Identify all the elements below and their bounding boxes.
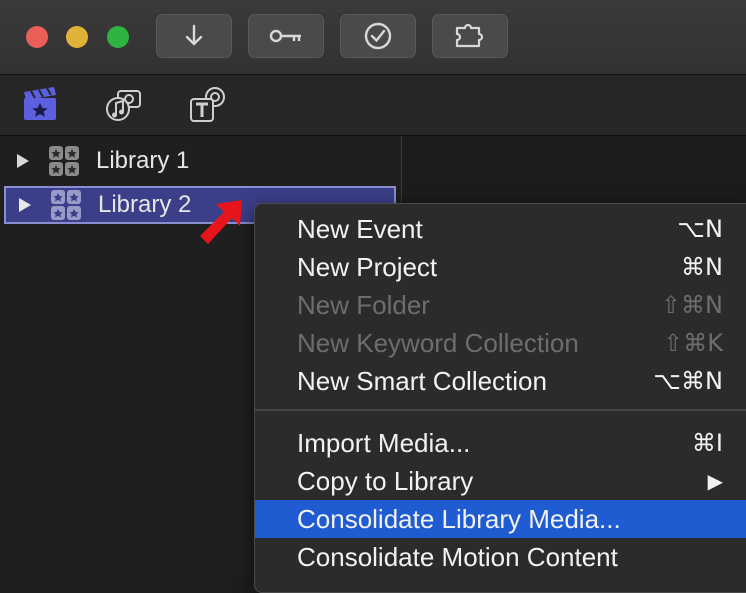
- keywords-button[interactable]: [248, 14, 324, 58]
- menu-item-copy-to-library[interactable]: Copy to Library ▶: [255, 462, 746, 500]
- browser-toolbar: [0, 75, 746, 136]
- context-menu: New Event ⌥N New Project ⌘N New Folder ⇧…: [254, 203, 746, 593]
- close-window-button[interactable]: [26, 26, 48, 48]
- photos-audio-icon: [104, 85, 144, 128]
- title-bar: [0, 0, 746, 75]
- zoom-window-button[interactable]: [107, 26, 129, 48]
- shortcut-label: ⇧⌘K: [663, 329, 723, 357]
- shortcut-label: ⌥N: [677, 215, 723, 243]
- minimize-window-button[interactable]: [66, 26, 88, 48]
- titles-generators-icon: [188, 85, 228, 128]
- libraries-icon: [21, 86, 59, 127]
- shortcut-label: ⇧⌘N: [660, 291, 723, 319]
- library-icon: [48, 145, 80, 177]
- import-button[interactable]: [156, 14, 232, 58]
- disclosure-triangle-icon[interactable]: [16, 153, 30, 169]
- shortcut-label: ⌘I: [691, 429, 723, 457]
- libraries-tab[interactable]: [20, 86, 60, 127]
- menu-item-new-keyword-collection: New Keyword Collection ⇧⌘K: [297, 327, 723, 358]
- shortcut-label: ⌘N: [681, 253, 723, 281]
- menu-item-new-smart-collection[interactable]: New Smart Collection ⌥⌘N: [255, 362, 746, 400]
- shortcut-label: ⌥⌘N: [653, 367, 723, 395]
- import-icon: [183, 24, 205, 48]
- disclosure-triangle-icon[interactable]: [18, 197, 32, 213]
- menu-separator: [255, 409, 746, 411]
- library-label: Library 2: [98, 191, 192, 218]
- extensions-button[interactable]: [432, 14, 508, 58]
- puzzle-icon: [453, 22, 487, 50]
- menu-item-consolidate-motion-content[interactable]: Consolidate Motion Content: [255, 538, 746, 576]
- menu-item-consolidate-library-media[interactable]: Consolidate Library Media...: [255, 500, 746, 538]
- key-icon: [268, 26, 304, 46]
- checkmark-icon: [363, 21, 393, 51]
- photos-audio-tab[interactable]: [104, 87, 144, 125]
- menu-item-new-event[interactable]: New Event ⌥N: [255, 210, 746, 248]
- library-icon: [50, 189, 82, 221]
- library-label: Library 1: [96, 147, 190, 174]
- titles-generators-tab[interactable]: [188, 85, 228, 128]
- submenu-arrow-icon: ▶: [707, 469, 723, 493]
- menu-item-new-project[interactable]: New Project ⌘N: [255, 248, 746, 286]
- annotation-arrow-icon: [196, 196, 250, 255]
- background-tasks-button[interactable]: [340, 14, 416, 58]
- menu-item-new-folder: New Folder ⇧⌘N: [297, 289, 723, 320]
- library-row-1[interactable]: Library 1: [4, 142, 396, 180]
- menu-item-import-media[interactable]: Import Media... ⌘I: [255, 424, 746, 462]
